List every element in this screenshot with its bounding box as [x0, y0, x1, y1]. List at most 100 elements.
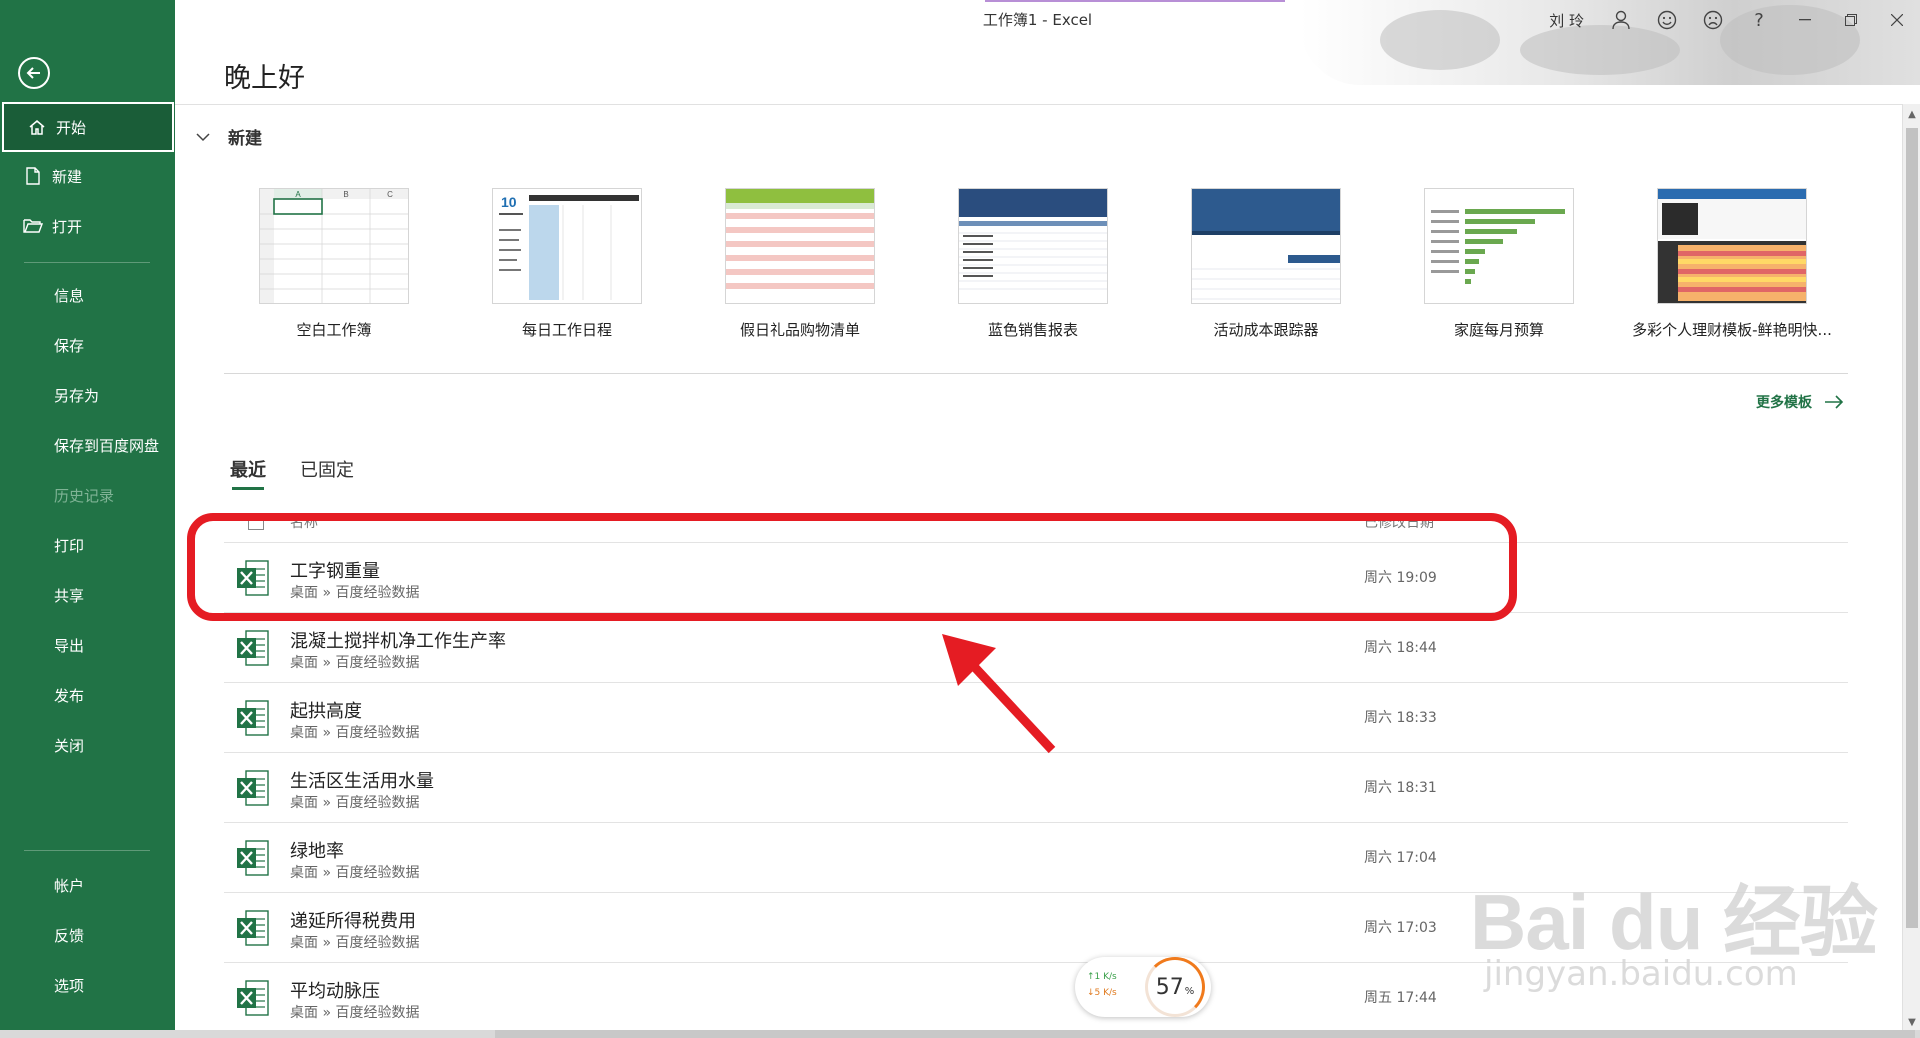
close-icon[interactable]: [1874, 0, 1920, 40]
template-name: 每日工作日程: [521, 321, 612, 339]
template-name: 假日礼品购物清单: [739, 321, 860, 339]
backstage-sidebar: 开始 新建 打开 信息 保存 另存为 保存到百度网盘 历史记录 打印 共享 导出…: [0, 0, 175, 1030]
sidebar-item-close[interactable]: 关闭: [0, 720, 175, 770]
smile-feedback-icon[interactable]: [1644, 0, 1690, 40]
sidebar-item-account[interactable]: 帐户: [0, 860, 175, 910]
file-modified-date: 周六 18:31: [1364, 780, 1437, 796]
template-name: 蓝色销售报表: [987, 321, 1078, 339]
sidebar-item-save-as[interactable]: 另存为: [0, 370, 175, 420]
file-name: 递延所得税费用: [290, 911, 416, 932]
minimize-icon[interactable]: [1782, 0, 1828, 40]
hscroll-thumb[interactable]: [495, 1030, 1915, 1038]
template-thumbnail: 10: [492, 188, 642, 304]
template-event-cost-tracker[interactable]: 活动成本跟踪器: [1166, 188, 1366, 340]
sidebar-item-home[interactable]: 开始: [2, 102, 174, 152]
sidebar-item-label: 发布: [54, 686, 85, 705]
section-title: 新建: [228, 129, 262, 149]
user-avatar-icon[interactable]: [1598, 0, 1644, 40]
file-name: 生活区生活用水量: [290, 771, 434, 792]
template-daily-schedule[interactable]: 10 每日工作日程: [467, 188, 667, 340]
template-name: 多彩个人理财模板-鲜艳明快...: [1632, 321, 1832, 339]
sidebar-divider: [24, 262, 150, 263]
sidebar-item-share[interactable]: 共享: [0, 570, 175, 620]
svg-text:C: C: [387, 190, 393, 199]
user-name[interactable]: 刘 玲: [1549, 10, 1584, 31]
arrow-right-icon: [1824, 390, 1844, 414]
file-modified-date: 周六 17:03: [1364, 920, 1437, 936]
template-thumbnail: [725, 188, 875, 304]
sidebar-item-history: 历史记录: [0, 470, 175, 520]
tab-recent[interactable]: 最近: [230, 456, 266, 490]
excel-file-icon: [236, 839, 270, 877]
back-arrow-icon[interactable]: [18, 57, 50, 89]
template-colorful-finance[interactable]: 多彩个人理财模板-鲜艳明快...: [1632, 188, 1832, 340]
file-modified-date: 周六 18:33: [1364, 710, 1437, 726]
tab-pinned[interactable]: 已固定: [300, 456, 354, 490]
upload-speed: ↑1 K/s: [1087, 972, 1117, 982]
scroll-down-icon[interactable]: ▼: [1906, 1016, 1918, 1030]
svg-text:B: B: [343, 190, 348, 199]
sidebar-item-options[interactable]: 选项: [0, 960, 175, 1010]
usage-percent: 57: [1155, 974, 1184, 1000]
help-button[interactable]: ?: [1736, 0, 1782, 40]
sidebar-item-publish[interactable]: 发布: [0, 670, 175, 720]
template-thumbnail: A B C: [259, 188, 409, 304]
chevron-down-icon: [196, 127, 210, 147]
memory-usage-gauge: 57%: [1145, 957, 1205, 1017]
template-blue-sales-report[interactable]: 蓝色销售报表: [933, 188, 1133, 340]
more-templates-link[interactable]: 更多模板: [1756, 390, 1844, 414]
scroll-up-icon[interactable]: ▲: [1906, 108, 1918, 122]
highlight-annotation: [187, 513, 1517, 621]
template-name: 活动成本跟踪器: [1213, 321, 1319, 339]
page-title: 晚上好: [224, 63, 305, 94]
file-name: 起拱高度: [290, 701, 362, 722]
restore-icon[interactable]: [1828, 0, 1874, 40]
header-divider: [175, 104, 1920, 105]
template-name: 家庭每月预算: [1453, 321, 1544, 339]
sidebar-item-new[interactable]: 新建: [0, 151, 175, 201]
vertical-scrollbar[interactable]: ▲ ▼: [1902, 104, 1920, 1034]
title-accent-line: [985, 0, 1285, 2]
sidebar-item-label: 另存为: [54, 386, 100, 405]
sidebar-item-label: 打开: [52, 217, 83, 236]
template-blank-workbook[interactable]: A B C 空白工作簿: [234, 188, 434, 340]
sidebar-item-label: 保存到百度网盘: [54, 436, 160, 455]
new-section-header[interactable]: 新建: [196, 124, 262, 149]
scrollbar-thumb[interactable]: [1906, 128, 1918, 928]
horizontal-scrollbar[interactable]: [0, 1030, 1920, 1038]
title-bar: 工作簿1 - Excel 刘 玲 ?: [175, 0, 1920, 85]
sidebar-item-label: 帐户: [54, 876, 85, 895]
template-holiday-gift-list[interactable]: 假日礼品购物清单: [700, 188, 900, 340]
file-path: 桌面 » 百度经验数据: [290, 655, 420, 671]
frown-feedback-icon[interactable]: [1690, 0, 1736, 40]
template-thumbnail: [1191, 188, 1341, 304]
file-name: 平均动脉压: [290, 981, 380, 1002]
sidebar-item-label: 历史记录: [54, 486, 115, 505]
templates-divider: [224, 373, 1848, 374]
file-modified-date: 周五 17:44: [1364, 990, 1437, 1006]
sidebar-item-label: 打印: [54, 536, 85, 555]
download-speed: ↓5 K/s: [1087, 988, 1117, 998]
sidebar-item-print[interactable]: 打印: [0, 520, 175, 570]
new-document-icon: [22, 165, 44, 187]
home-icon: [26, 116, 48, 138]
sidebar-item-info[interactable]: 信息: [0, 270, 175, 320]
sidebar-item-save-to-baidu[interactable]: 保存到百度网盘: [0, 420, 175, 470]
watermark-url: jingyan.baidu.com: [1484, 954, 1798, 994]
template-family-monthly-budget[interactable]: 家庭每月预算: [1399, 188, 1599, 340]
sidebar-item-save[interactable]: 保存: [0, 320, 175, 370]
percent-sign: %: [1184, 985, 1195, 997]
sidebar-item-feedback[interactable]: 反馈: [0, 910, 175, 960]
svg-text:10: 10: [501, 194, 517, 210]
excel-file-icon: [236, 909, 270, 947]
sidebar-item-label: 保存: [54, 336, 85, 355]
sidebar-item-open[interactable]: 打开: [0, 201, 175, 251]
network-speed-widget[interactable]: ↑1 K/s ↓5 K/s 57%: [1075, 957, 1211, 1017]
sidebar-item-export[interactable]: 导出: [0, 620, 175, 670]
sidebar-item-label: 反馈: [54, 926, 85, 945]
folder-open-icon: [22, 215, 44, 237]
excel-file-icon: [236, 979, 270, 1017]
template-thumbnail: [1657, 188, 1807, 304]
template-thumbnail: [1424, 188, 1574, 304]
excel-file-icon: [236, 769, 270, 807]
